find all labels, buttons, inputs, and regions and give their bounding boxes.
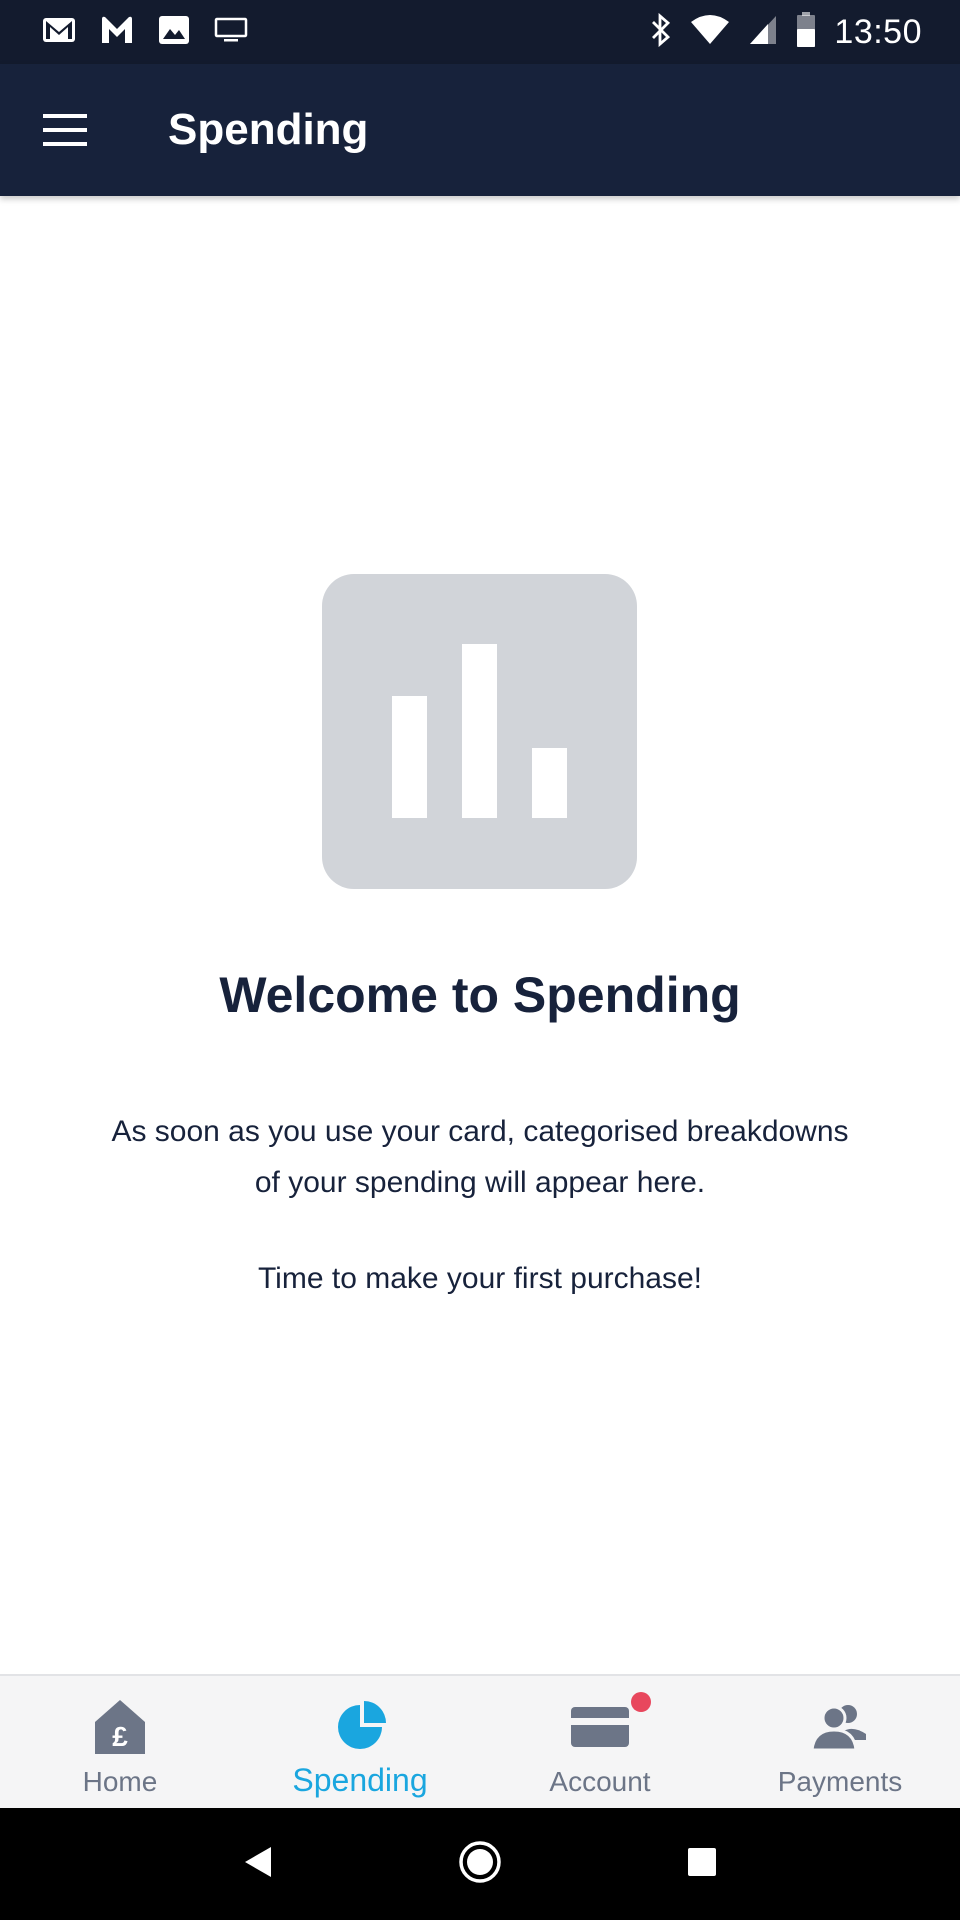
status-right-icons: 13:50 [632,11,922,53]
mega-icon [100,15,134,50]
nav-item-spending[interactable]: Spending [240,1676,480,1808]
nav-item-account[interactable]: Account [480,1676,720,1808]
status-left-icons [42,15,272,50]
svg-text:£: £ [112,1721,128,1752]
page-title: Spending [168,105,369,154]
recents-icon[interactable] [687,1847,717,1882]
bottom-navigation: £ Home Spending Account Payments [0,1674,960,1808]
home-circle-icon[interactable] [458,1840,502,1889]
card-icon [571,1692,651,1758]
battery-icon [796,11,816,53]
nav-label-home: Home [82,1766,158,1797]
nav-label-payments: Payments [777,1766,903,1797]
app-bar: Spending [0,64,960,196]
status-time: 13:50 [834,12,922,51]
gallery-icon [158,15,190,50]
cast-icon [214,17,248,48]
bluetooth-icon [650,12,672,52]
hamburger-menu-icon [43,114,87,146]
empty-state-description: As soon as you use your card, categorise… [111,1115,849,1199]
nav-item-home[interactable]: £ Home [0,1676,240,1808]
back-icon[interactable] [243,1845,273,1884]
nav-label-account: Account [549,1766,651,1797]
nav-label-spending: Spending [292,1762,428,1798]
pie-chart-icon [332,1696,388,1758]
wifi-icon [690,14,730,51]
status-bar: 13:50 [0,0,960,64]
empty-state-title: Welcome to Spending [219,967,741,1023]
nav-item-payments[interactable]: Payments [720,1676,960,1808]
menu-button[interactable] [0,64,130,196]
bar-chart-icon [322,574,637,889]
system-navigation-bar [0,1808,960,1920]
signal-icon [748,14,778,51]
notification-dot [631,1692,651,1712]
people-icon [810,1696,870,1758]
empty-state-cta: Time to make your first purchase! [257,1262,703,1295]
gmail-icon [42,16,76,49]
home-pound-icon: £ [93,1696,147,1758]
